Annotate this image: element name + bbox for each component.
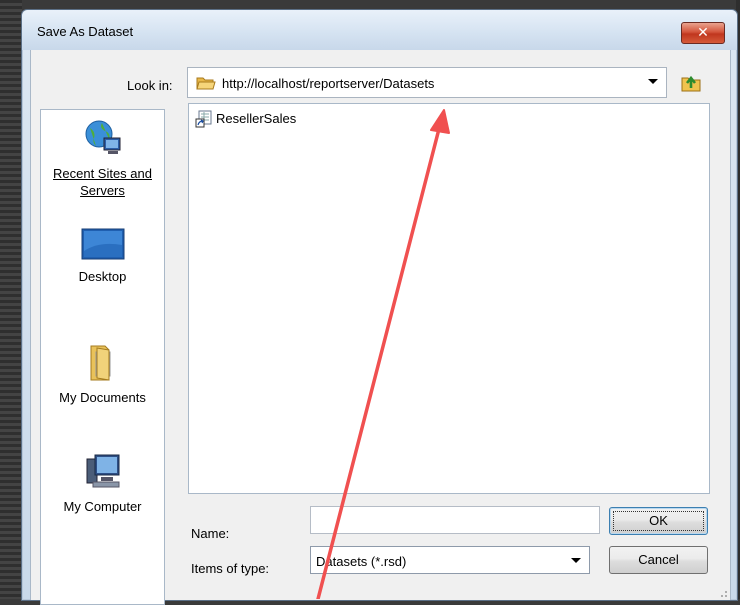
- look-in-path: http://localhost/reportserver/Datasets: [222, 76, 435, 91]
- dialog-body: Look in: http://localhost/reportserver/D…: [30, 50, 731, 605]
- computer-icon: [86, 454, 119, 488]
- file-list[interactable]: ResellerSales: [188, 103, 710, 494]
- cancel-button-label: Cancel: [638, 552, 679, 567]
- look-in-dropdown[interactable]: http://localhost/reportserver/Datasets: [187, 67, 667, 98]
- desktop-icon: [81, 228, 124, 260]
- place-my-documents[interactable]: My Documents: [41, 342, 164, 406]
- place-my-computer[interactable]: My Computer: [41, 451, 164, 515]
- look-in-label: Look in:: [127, 78, 173, 93]
- save-as-dialog: Save As Dataset ✕ Look in: http://localh…: [21, 9, 738, 605]
- close-button[interactable]: ✕: [681, 22, 725, 44]
- items-of-type-value: Datasets (*.rsd): [316, 554, 407, 569]
- shared-dataset-icon: [195, 110, 212, 128]
- globe-computer-icon: [85, 120, 120, 154]
- folder-documents-icon: [90, 345, 110, 381]
- place-label: My Computer: [63, 499, 142, 514]
- dialog-title: Save As Dataset: [37, 24, 134, 39]
- place-label: My Documents: [59, 390, 146, 405]
- title-bar[interactable]: Save As Dataset ✕: [22, 10, 737, 50]
- items-of-type-label: Items of type:: [191, 561, 270, 576]
- name-field[interactable]: [310, 506, 600, 534]
- place-recent-sites[interactable]: Recent Sites and Servers: [41, 118, 164, 199]
- places-bar: Recent Sites and Servers Desktop My Docu…: [40, 109, 165, 605]
- open-folder-icon: [196, 75, 216, 94]
- place-label: Recent Sites and Servers: [52, 166, 152, 198]
- name-label: Name:: [191, 526, 230, 541]
- chevron-down-icon: [648, 79, 658, 84]
- chevron-down-icon: [571, 558, 581, 563]
- up-folder-icon: [681, 75, 701, 92]
- items-of-type-dropdown[interactable]: Datasets (*.rsd): [310, 546, 590, 574]
- background-left-edge: [0, 0, 22, 599]
- close-icon: ✕: [697, 25, 709, 41]
- ok-button[interactable]: OK: [609, 507, 708, 535]
- file-name: ResellerSales: [216, 111, 297, 126]
- focus-rectangle: [613, 511, 704, 531]
- place-desktop[interactable]: Desktop: [41, 227, 164, 285]
- cancel-button[interactable]: Cancel: [609, 546, 708, 574]
- resize-grip-icon[interactable]: [718, 588, 728, 598]
- up-one-level-button[interactable]: [679, 70, 703, 94]
- place-label: Desktop: [78, 269, 127, 284]
